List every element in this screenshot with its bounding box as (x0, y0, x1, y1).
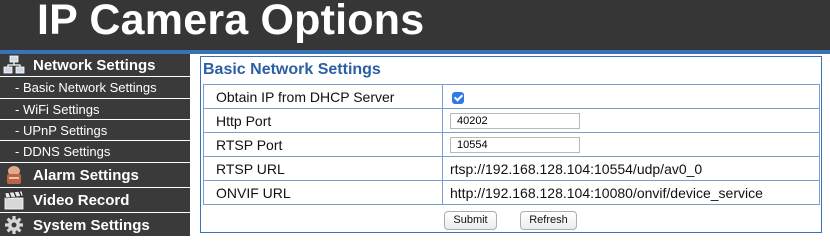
rtsp-port-cell (442, 132, 820, 157)
film-icon (4, 190, 24, 210)
section-title: Basic Network Settings (203, 61, 381, 78)
sidebar-item-label: - UPnP Settings (15, 123, 108, 138)
dhcp-cell (442, 84, 820, 109)
gear-icon (5, 216, 23, 234)
sidebar-item-wifi-settings[interactable]: - WiFi Settings (0, 99, 190, 120)
http-port-label: Http Port (203, 108, 443, 133)
sidebar-item-network-settings[interactable]: Network Settings (0, 54, 190, 77)
sidebar-item-label: - WiFi Settings (15, 102, 100, 117)
app-header: IP Camera Options (0, 0, 830, 50)
table-row: Http Port (203, 108, 820, 133)
submit-button[interactable]: Submit (444, 211, 497, 230)
http-port-cell (442, 108, 820, 133)
table-row: RTSP URL rtsp://192.168.128.104:10554/ud… (203, 156, 820, 181)
sidebar-item-label: Alarm Settings (33, 167, 139, 184)
dhcp-label: Obtain IP from DHCP Server (203, 84, 443, 109)
network-icon (3, 55, 25, 74)
settings-panel: Basic Network Settings Obtain IP from DH… (200, 56, 822, 233)
app-title: IP Camera Options (37, 0, 425, 44)
sidebar-item-ddns-settings[interactable]: - DDNS Settings (0, 141, 190, 163)
settings-form: Obtain IP from DHCP Server Http Port RTS… (203, 84, 820, 205)
rtsp-url-label: RTSP URL (203, 156, 443, 181)
sidebar-item-label: - Basic Network Settings (15, 80, 157, 95)
sidebar-item-basic-network-settings[interactable]: - Basic Network Settings (0, 77, 190, 99)
http-port-input[interactable] (450, 113, 580, 130)
onvif-url-label: ONVIF URL (203, 180, 443, 205)
dhcp-checkbox[interactable] (452, 91, 464, 104)
rtsp-port-label: RTSP Port (203, 132, 443, 157)
onvif-url-value: http://192.168.128.104:10080/onvif/devic… (442, 180, 820, 205)
sidebar-item-system-settings[interactable]: System Settings (0, 213, 190, 237)
sidebar-item-label: - DDNS Settings (15, 144, 111, 159)
table-row: Obtain IP from DHCP Server (203, 84, 820, 109)
sidebar-item-label: Network Settings (33, 57, 156, 74)
table-row: RTSP Port (203, 132, 820, 157)
alarm-icon (7, 166, 21, 184)
rtsp-url-value: rtsp://192.168.128.104:10554/udp/av0_0 (442, 156, 820, 181)
sidebar-item-upnp-settings[interactable]: - UPnP Settings (0, 120, 190, 141)
sidebar-item-label: Video Record (33, 192, 130, 209)
sidebar-item-alarm-settings[interactable]: Alarm Settings (0, 163, 190, 188)
sidebar-item-label: System Settings (33, 217, 150, 234)
sidebar-item-video-record[interactable]: Video Record (0, 188, 190, 213)
refresh-button[interactable]: Refresh (520, 211, 577, 230)
sidebar-nav: Network Settings - Basic Network Setting… (0, 54, 190, 242)
table-row: ONVIF URL http://192.168.128.104:10080/o… (203, 180, 820, 205)
rtsp-port-input[interactable] (450, 137, 580, 154)
